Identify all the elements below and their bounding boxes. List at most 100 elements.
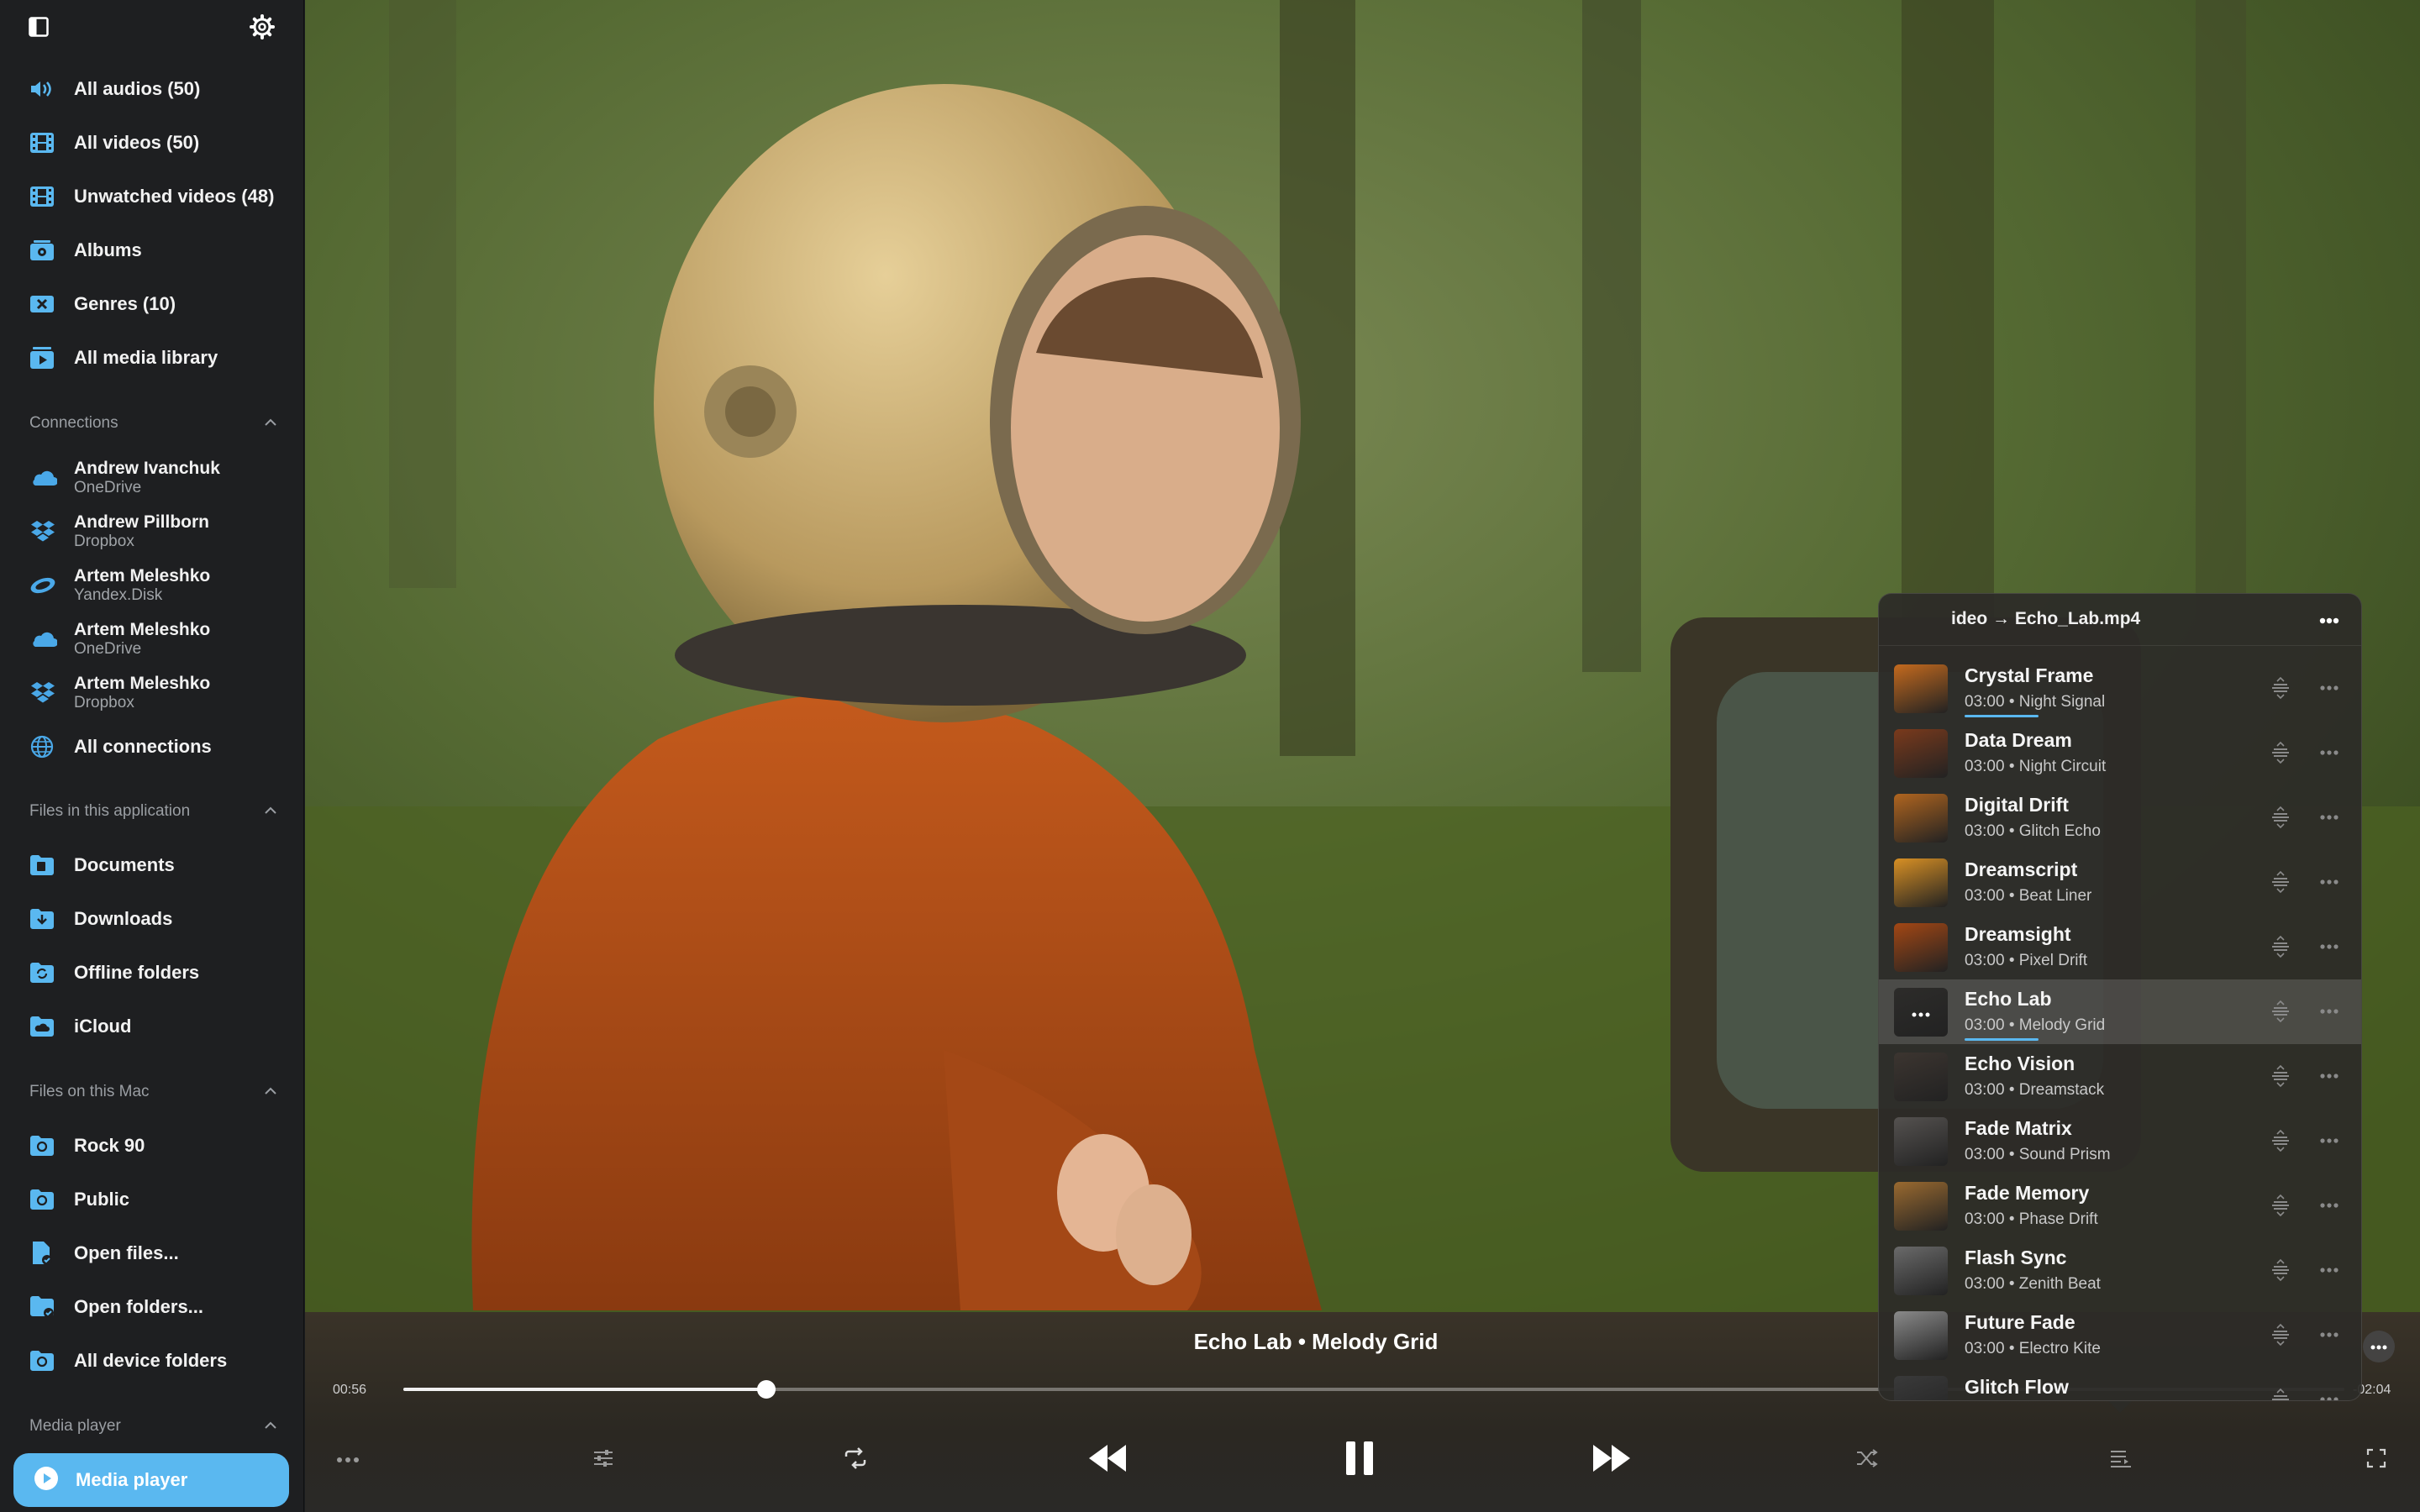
row-more-icon[interactable]: [2316, 676, 2343, 700]
row-more-icon[interactable]: [2316, 741, 2343, 764]
drag-handle-icon[interactable]: [2269, 1194, 2292, 1217]
drag-handle-icon[interactable]: [2269, 1323, 2292, 1347]
playlist-row[interactable]: Dreamscript 03:00 • Beat Liner: [1879, 850, 2361, 915]
playlist-row[interactable]: Data Dream 03:00 • Night Circuit: [1879, 721, 2361, 785]
sidebar-item-icloud[interactable]: iCloud: [29, 1006, 131, 1047]
track-thumbnail: [1894, 794, 1948, 843]
sidebar-item-rock-90[interactable]: Rock 90: [29, 1126, 145, 1166]
row-more-icon[interactable]: [2316, 1000, 2343, 1023]
playlist-button[interactable]: [2106, 1436, 2136, 1483]
connection-name: Artem Meleshko: [74, 674, 211, 693]
sidebar-item-genres[interactable]: Genres (10): [29, 284, 176, 324]
seek-knob[interactable]: [756, 1380, 776, 1399]
more-options-button[interactable]: [333, 1436, 363, 1483]
track-thumbnail: [1894, 1311, 1948, 1360]
chevron-up-icon[interactable]: [264, 804, 277, 819]
track-thumbnail: [1894, 1247, 1948, 1295]
playlist-row[interactable]: Echo Vision 03:00 • Dreamstack: [1879, 1044, 2361, 1109]
sidebar-item-public[interactable]: Public: [29, 1179, 129, 1220]
track-title: Echo Vision: [1965, 1053, 2075, 1074]
sidebar-item-offline-folders[interactable]: Offline folders: [29, 953, 199, 993]
repeat-button[interactable]: [840, 1436, 871, 1483]
playlist-row[interactable]: Future Fade 03:00 • Electro Kite: [1879, 1303, 2361, 1368]
track-subtitle: 03:00 • Pixel Drift: [1965, 952, 2088, 969]
app-files-section-header[interactable]: Files in this application: [29, 799, 277, 824]
shuffle-button[interactable]: [1852, 1436, 1882, 1483]
row-more-icon[interactable]: [2316, 1388, 2343, 1400]
playlist-row[interactable]: Crystal Frame 03:00 • Night Signal: [1879, 656, 2361, 721]
playlist-row[interactable]: Digital Drift 03:00 • Glitch Echo: [1879, 785, 2361, 850]
drag-handle-icon[interactable]: [2269, 870, 2292, 894]
pause-button[interactable]: [1336, 1436, 1383, 1483]
sidebar-item-all-audios[interactable]: All audios (50): [29, 69, 200, 109]
connection-item[interactable]: Artem Meleshko Dropbox: [29, 669, 210, 717]
connection-item[interactable]: Andrew Pillborn Dropbox: [29, 508, 209, 555]
drag-handle-icon[interactable]: [2269, 806, 2292, 829]
media-section-header[interactable]: Media player: [29, 1414, 277, 1439]
disk-folder-icon: [29, 1347, 55, 1374]
connection-item[interactable]: Artem Meleshko OneDrive: [29, 616, 210, 663]
section-title: Media player: [29, 1417, 121, 1435]
sidebar-item-all-connections[interactable]: All connections: [29, 727, 212, 767]
row-more-icon[interactable]: [2316, 1323, 2343, 1347]
sidebar-item-unwatched-videos[interactable]: Unwatched videos (48): [29, 176, 274, 217]
drag-handle-icon[interactable]: [2269, 676, 2292, 700]
sidebar-item-all-videos[interactable]: All videos (50): [29, 123, 199, 163]
chevron-up-icon[interactable]: [264, 1084, 277, 1100]
next-button[interactable]: [1588, 1436, 1635, 1483]
dropbox-icon: [29, 679, 57, 707]
sidebar-item-all-device-folders[interactable]: All device folders: [29, 1341, 227, 1381]
row-more-icon[interactable]: [2316, 1064, 2343, 1088]
playlist-more-button[interactable]: [2316, 607, 2343, 634]
playlist-row[interactable]: Echo Lab 03:00 • Melody Grid: [1879, 979, 2361, 1044]
repeat-icon: [843, 1446, 868, 1474]
pause-icon: [1344, 1440, 1375, 1481]
playlist-row[interactable]: Flash Sync 03:00 • Zenith Beat: [1879, 1238, 2361, 1303]
sidebar-item-label: All videos (50): [74, 132, 200, 153]
sync-folder-icon: [29, 959, 55, 986]
row-more-icon[interactable]: [2316, 1194, 2343, 1217]
playlist-row[interactable]: Dreamsight 03:00 • Pixel Drift: [1879, 915, 2361, 979]
drag-handle-icon[interactable]: [2269, 1064, 2292, 1088]
connections-section-header[interactable]: Connections: [29, 411, 277, 436]
rewind-icon: [1087, 1443, 1128, 1478]
row-more-icon[interactable]: [2316, 870, 2343, 894]
sidebar-item-albums[interactable]: Albums: [29, 230, 142, 270]
sidebar-item-open-files[interactable]: Open files...: [29, 1233, 179, 1273]
drag-handle-icon[interactable]: [2269, 1258, 2292, 1282]
chevron-up-icon[interactable]: [264, 1419, 277, 1434]
playlist-row[interactable]: Fade Matrix 03:00 • Sound Prism: [1879, 1109, 2361, 1173]
equalizer-button[interactable]: [588, 1436, 618, 1483]
row-more-icon[interactable]: [2316, 935, 2343, 958]
sidebar-item-all-media-library[interactable]: All media library: [29, 338, 218, 378]
sidebar-item-label: All media library: [74, 347, 218, 368]
playlist-row[interactable]: Glitch Flow: [1879, 1368, 2361, 1400]
media-player-button[interactable]: Media player: [13, 1453, 289, 1507]
row-more-icon[interactable]: [2316, 1129, 2343, 1152]
mac-files-section-header[interactable]: Files on this Mac: [29, 1079, 277, 1105]
settings-gear-icon[interactable]: [249, 13, 276, 40]
drag-handle-icon[interactable]: [2269, 1129, 2292, 1152]
video-more-button[interactable]: [2363, 1331, 2395, 1362]
sidebar-item-downloads[interactable]: Downloads: [29, 899, 172, 939]
sidebar-item-documents[interactable]: Documents: [29, 845, 175, 885]
onedrive-icon: [29, 464, 57, 492]
chevron-up-icon[interactable]: [264, 416, 277, 431]
row-more-icon[interactable]: [2316, 1258, 2343, 1282]
drag-handle-icon[interactable]: [2269, 741, 2292, 764]
track-thumbnail: [1894, 923, 1948, 972]
previous-button[interactable]: [1084, 1436, 1131, 1483]
drag-handle-icon[interactable]: [2269, 1388, 2292, 1400]
drag-handle-icon[interactable]: [2269, 1000, 2292, 1023]
connection-name: Artem Meleshko: [74, 620, 211, 639]
track-title: Echo Lab: [1965, 988, 2052, 1010]
track-subtitle: 03:00 • Glitch Echo: [1965, 822, 2101, 840]
sidebar-item-open-folders[interactable]: Open folders...: [29, 1287, 203, 1327]
playlist-row[interactable]: Fade Memory 03:00 • Phase Drift: [1879, 1173, 2361, 1238]
connection-item[interactable]: Artem Meleshko Yandex.Disk: [29, 562, 210, 609]
connection-item[interactable]: Andrew Ivanchuk OneDrive: [29, 454, 220, 501]
row-more-icon[interactable]: [2316, 806, 2343, 829]
sidebar-toggle-icon[interactable]: [29, 17, 49, 37]
drag-handle-icon[interactable]: [2269, 935, 2292, 958]
fullscreen-button[interactable]: [2361, 1436, 2391, 1483]
